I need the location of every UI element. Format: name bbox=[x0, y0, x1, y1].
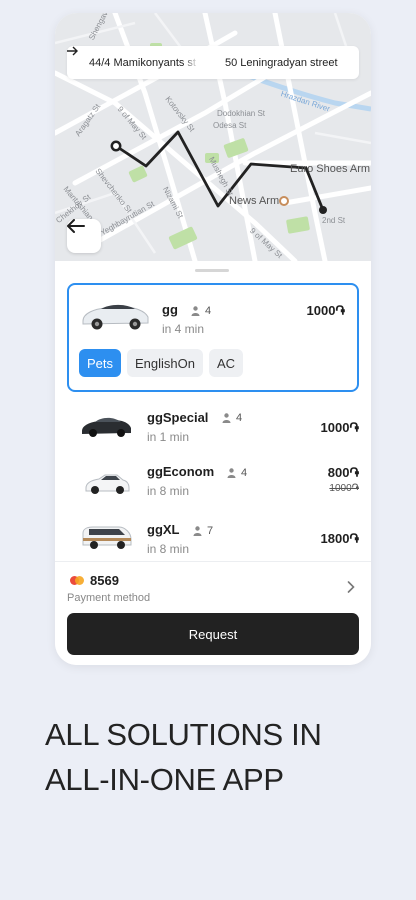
sheet-drag-handle[interactable] bbox=[195, 269, 229, 272]
seat-person-icon bbox=[227, 468, 236, 478]
map-label-street: 2nd St bbox=[322, 216, 346, 225]
ride-old-price: 1000֏ bbox=[329, 483, 359, 494]
headline-line: ALL-IN-ONE APP bbox=[45, 762, 284, 797]
seat-count: 4 bbox=[222, 412, 242, 424]
map-label-place: News Arm bbox=[229, 195, 280, 207]
seat-count: 7 bbox=[193, 525, 213, 537]
route-to[interactable]: 50 Leningradyan street bbox=[225, 57, 338, 69]
seat-person-icon bbox=[222, 413, 231, 423]
seat-count-value: 7 bbox=[207, 525, 214, 537]
ride-price: 1800֏ bbox=[320, 531, 359, 546]
ride-options-chips: Pets EnglishOn AC bbox=[79, 349, 244, 377]
ride-option-ggeconom[interactable]: ggEconom 4 in 8 min 800֏ 1000֏ bbox=[55, 461, 371, 519]
car-icon bbox=[79, 413, 133, 444]
route-from[interactable]: 44/4 Mamikonyants st bbox=[89, 57, 199, 69]
phone-frame: Shengav Dodokhian St Odesa St Kotovsky S… bbox=[55, 13, 371, 665]
ride-option-ggspecial[interactable]: ggSpecial 4 in 1 min 1000֏ bbox=[55, 403, 371, 461]
seat-person-icon bbox=[193, 526, 202, 536]
chevron-right-icon bbox=[347, 580, 355, 598]
map-label-street: Dodokhian St bbox=[217, 109, 266, 118]
seat-count-value: 4 bbox=[205, 305, 212, 317]
ride-price: 1000֏ bbox=[320, 420, 359, 435]
ride-option-selected[interactable]: gg 4 in 4 min 1000֏ Pets EnglishOn AC bbox=[67, 283, 359, 392]
ride-eta: in 8 min bbox=[147, 542, 190, 556]
ride-name: gg bbox=[162, 302, 178, 317]
car-icon bbox=[83, 470, 131, 501]
request-button[interactable]: Request bbox=[67, 613, 359, 655]
map-label-place: Euro Shoes Arm bbox=[290, 163, 371, 175]
payment-method-label: Payment method bbox=[67, 592, 151, 604]
ride-price: 800֏ bbox=[327, 465, 359, 480]
option-chip-pets[interactable]: Pets bbox=[79, 349, 122, 377]
ride-eta: in 1 min bbox=[147, 430, 190, 444]
payment-card-number: 8569 bbox=[90, 573, 119, 588]
seat-count: 4 bbox=[191, 305, 211, 317]
seat-count-value: 4 bbox=[241, 467, 248, 479]
ride-name: ggXL bbox=[147, 522, 180, 537]
ride-eta: in 8 min bbox=[147, 484, 190, 498]
ride-eta: in 4 min bbox=[162, 322, 205, 336]
option-chip-ac[interactable]: AC bbox=[209, 349, 244, 377]
map-view[interactable]: Shengav Dodokhian St Odesa St Kotovsky S… bbox=[55, 13, 371, 261]
headline-line: ALL SOLUTIONS IN bbox=[45, 717, 322, 752]
car-icon bbox=[81, 523, 133, 556]
card-brand-icon bbox=[70, 576, 86, 586]
seat-count-value: 4 bbox=[236, 412, 243, 424]
payment-section: 8569 Payment method Request bbox=[55, 561, 371, 665]
ride-price: 1000֏ bbox=[306, 303, 345, 318]
map-label-street: Odesa St bbox=[213, 121, 247, 130]
ride-name: ggEconom bbox=[147, 464, 215, 479]
promo-headline: ALL SOLUTIONS IN ALL-IN-ONE APP bbox=[45, 712, 322, 802]
route-summary[interactable]: 44/4 Mamikonyants st 50 Leningradyan str… bbox=[67, 46, 359, 79]
seat-count: 4 bbox=[227, 467, 247, 479]
back-button[interactable] bbox=[67, 219, 101, 253]
car-icon bbox=[79, 299, 151, 336]
seat-person-icon bbox=[191, 306, 200, 316]
option-chip-englishon[interactable]: EnglishOn bbox=[127, 349, 203, 377]
ride-options-sheet: gg 4 in 4 min 1000֏ Pets EnglishOn AC gg… bbox=[55, 261, 371, 561]
ride-name: ggSpecial bbox=[147, 410, 209, 425]
